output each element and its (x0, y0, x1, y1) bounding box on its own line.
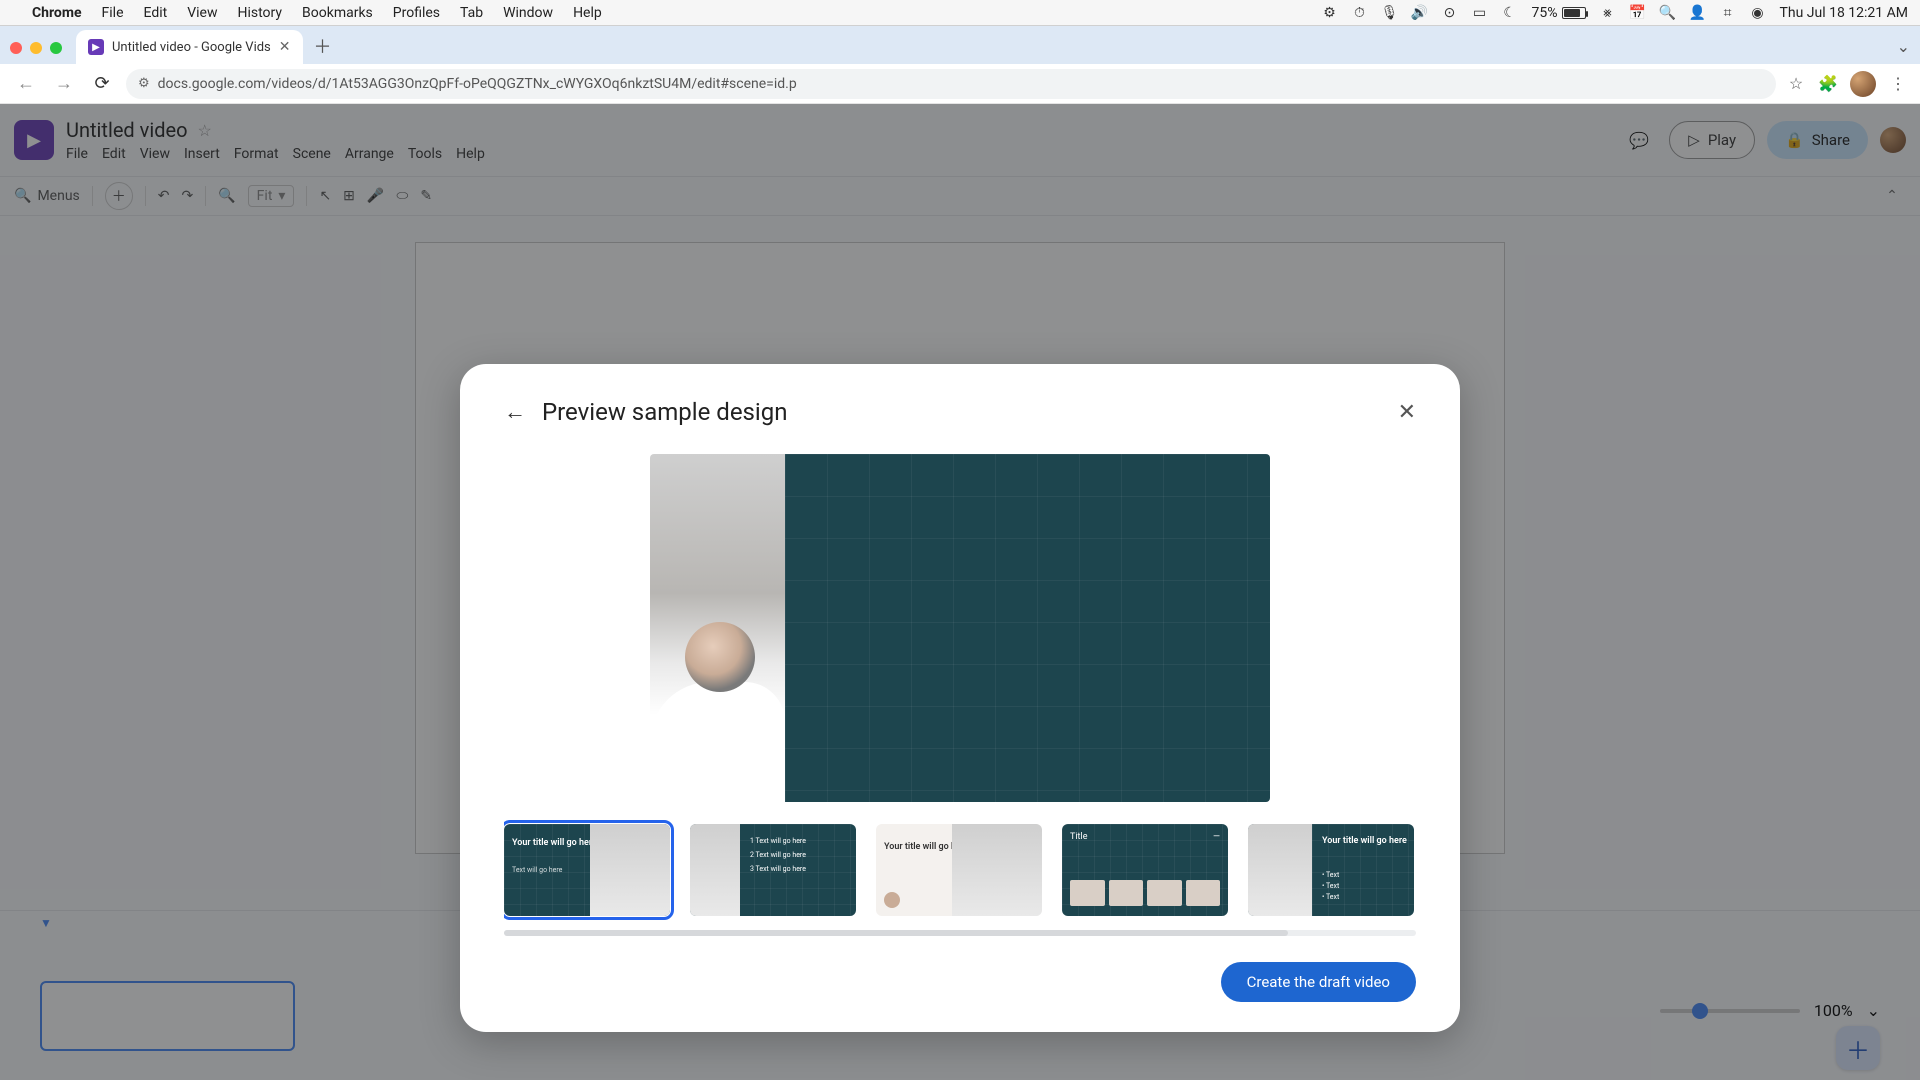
design-thumbnail-row: Your title will go here Text will go her… (504, 820, 1416, 920)
thumb-list: 1 Text will go here 2 Text will go here … (750, 834, 806, 876)
thumb-title: Your title will go here (512, 838, 597, 849)
address-bar[interactable]: ⚙ docs.google.com/videos/d/1At53AGG3OnzQ… (126, 69, 1776, 99)
macos-menu-profiles[interactable]: Profiles (393, 5, 440, 21)
thumbnail-scrollbar[interactable] (504, 930, 1416, 936)
thumb-avatar-icon (884, 892, 900, 908)
play-statusicon[interactable]: ⊙ (1442, 5, 1458, 21)
bookmark-star-icon[interactable]: ☆ (1786, 74, 1806, 94)
macos-menu-window[interactable]: Window (503, 5, 553, 21)
wifi-statusicon[interactable]: ⨳ (1600, 5, 1616, 21)
window-close-button[interactable] (10, 42, 22, 54)
sound-statusicon[interactable]: 🔊 (1412, 5, 1428, 21)
macos-menu-view[interactable]: View (187, 5, 217, 21)
macos-menu-bookmarks[interactable]: Bookmarks (302, 5, 373, 21)
window-zoom-button[interactable] (50, 42, 62, 54)
display-statusicon[interactable]: ▭ (1472, 5, 1488, 21)
create-draft-video-button[interactable]: Create the draft video (1221, 962, 1416, 1002)
nav-back-button[interactable]: ← (12, 70, 40, 98)
modal-close-button[interactable]: ✕ (1398, 400, 1416, 425)
dnd-statusicon[interactable]: ☾ (1502, 5, 1518, 21)
clock[interactable]: Thu Jul 18 12:21 AM (1780, 5, 1908, 21)
thumb-title: Your title will go here (1322, 836, 1407, 847)
timer-statusicon[interactable]: ⏱ (1352, 5, 1368, 21)
tab-list-button[interactable]: ⌄ (1897, 37, 1910, 56)
tab-title: Untitled video - Google Vids (112, 40, 271, 55)
settings-statusicon[interactable]: ⚙ (1322, 5, 1338, 21)
design-thumb-3[interactable]: Your title will go here (876, 824, 1042, 916)
extensions-icon[interactable]: 🧩 (1818, 74, 1838, 94)
thumb-subtitle: Text will go here (512, 866, 562, 874)
tab-close-icon[interactable]: ✕ (279, 39, 291, 55)
macos-menu-history[interactable]: History (237, 5, 282, 21)
design-thumb-4[interactable]: Title— (1062, 824, 1228, 916)
design-thumb-5[interactable]: Your title will go here • Text • Text • … (1248, 824, 1414, 916)
thumb-title: Title (1070, 832, 1087, 842)
design-preview-stage (650, 454, 1270, 802)
chrome-tabstrip: ▶ Untitled video - Google Vids ✕ ＋ ⌄ (0, 26, 1920, 64)
modal-title: Preview sample design (542, 398, 788, 426)
siri-icon[interactable]: ◉ (1750, 5, 1766, 21)
battery-status[interactable]: 75% (1532, 5, 1586, 21)
macos-menu-edit[interactable]: Edit (144, 5, 168, 21)
design-thumb-1[interactable]: Your title will go here Text will go her… (504, 824, 670, 916)
active-app-name[interactable]: Chrome (32, 5, 82, 21)
window-controls (10, 42, 62, 54)
macos-menu-tab[interactable]: Tab (460, 5, 483, 21)
design-thumb-2[interactable]: 1 Text will go here 2 Text will go here … (690, 824, 856, 916)
chrome-profile-avatar[interactable] (1850, 71, 1876, 97)
macos-menu-file[interactable]: File (102, 5, 124, 21)
tab-favicon: ▶ (88, 39, 104, 55)
google-vids-app: ▶ Untitled video ☆ File Edit View Insert… (0, 104, 1920, 1080)
browser-tab[interactable]: ▶ Untitled video - Google Vids ✕ (76, 30, 303, 64)
battery-pct: 75% (1532, 5, 1558, 21)
mic-statusicon[interactable]: 🎙 (1382, 5, 1398, 21)
thumb-bullets: • Text • Text • Text (1322, 870, 1339, 904)
spotlight-icon[interactable]: 🔍 (1660, 5, 1676, 21)
date-statusicon[interactable]: 📅 (1630, 5, 1646, 21)
chrome-toolbar: ← → ⟳ ⚙ docs.google.com/videos/d/1At53AG… (0, 64, 1920, 104)
macos-menubar: Chrome File Edit View History Bookmarks … (0, 0, 1920, 26)
preview-design-modal: ← Preview sample design ✕ Your title wil… (460, 364, 1460, 1032)
new-tab-button[interactable]: ＋ (309, 32, 337, 60)
user-statusicon[interactable]: 👤 (1690, 5, 1706, 21)
window-minimize-button[interactable] (30, 42, 42, 54)
url-text: docs.google.com/videos/d/1At53AGG3OnzQpF… (158, 76, 797, 92)
modal-back-button[interactable]: ← (504, 399, 526, 425)
preview-grid-panel (785, 454, 1270, 802)
preview-person-image (650, 454, 785, 802)
macos-menu-help[interactable]: Help (573, 5, 602, 21)
site-settings-icon[interactable]: ⚙ (138, 76, 150, 91)
control-center-icon[interactable]: ⌗ (1720, 5, 1736, 21)
nav-forward-button: → (50, 70, 78, 98)
chrome-menu-icon[interactable]: ⋮ (1888, 74, 1908, 94)
reload-button[interactable]: ⟳ (88, 70, 116, 98)
